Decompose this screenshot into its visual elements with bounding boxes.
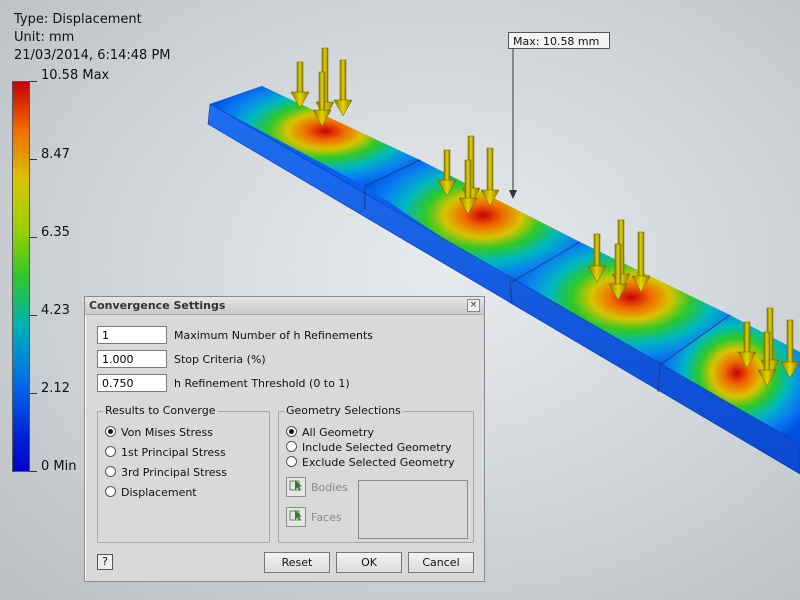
option-1st-principal-stress[interactable]: 1st Principal Stress [105,446,226,459]
dialog-titlebar[interactable]: Convergence Settings × [85,297,484,315]
legend-tick [30,159,37,160]
result-type-label: Type: Displacement [14,12,142,27]
selection-listbox[interactable] [358,480,468,539]
option-von-mises-stress[interactable]: Von Mises Stress [105,426,213,439]
refinement-threshold-label: h Refinement Threshold (0 to 1) [174,377,350,390]
load-arrow-shaft [464,159,472,201]
radio-icon[interactable] [286,456,297,467]
load-arrow-shaft [296,61,304,95]
result-timestamp: 21/03/2014, 6:14:48 PM [14,48,171,63]
bodies-select-button[interactable] [286,477,306,497]
option-exclude-selected-geometry[interactable]: Exclude Selected Geometry [286,456,455,469]
radio-icon[interactable] [105,486,116,497]
option-displacement[interactable]: Displacement [105,486,197,499]
option-3rd-principal-stress[interactable]: 3rd Principal Stress [105,466,227,479]
legend-tick [30,81,37,82]
legend-label: 6.35 [41,225,70,240]
load-arrow-head [333,99,353,117]
help-button[interactable]: ? [97,554,113,570]
load-arrow-shaft [763,331,771,373]
radio-icon[interactable] [286,441,297,452]
legend-label-max: 10.58 Max [41,68,110,83]
reset-button[interactable]: Reset [264,552,330,573]
legend-label: 8.47 [41,147,70,162]
load-arrow-shaft [786,319,794,365]
legend-tick [30,315,37,316]
load-arrow-shaft [486,147,494,193]
radio-selected-icon[interactable] [286,426,297,437]
load-arrow-shaft [637,231,645,279]
stop-criteria-label: Stop Criteria (%) [174,353,266,366]
cancel-button[interactable]: Cancel [408,552,474,573]
legend-tick [30,393,37,394]
convergence-settings-dialog: Convergence Settings × Maximum Number of… [84,296,485,582]
results-to-converge-group: Results to Converge Von Mises Stress 1st… [97,404,270,543]
legend-label: 2.12 [41,381,70,396]
option-all-geometry[interactable]: All Geometry [286,426,374,439]
geometry-group-title: Geometry Selections [284,404,403,417]
legend-tick [30,471,37,472]
max-refinements-label: Maximum Number of h Refinements [174,329,374,342]
legend-label-min: 0 Min [41,459,77,474]
cursor-select-icon [289,480,302,491]
color-legend-bar [12,81,30,472]
max-refinements-input[interactable] [97,326,167,344]
option-include-selected-geometry[interactable]: Include Selected Geometry [286,441,452,454]
faces-select-button[interactable] [286,507,306,527]
bodies-label: Bodies [311,481,348,494]
load-arrow-shaft [339,59,347,103]
result-unit-label: Unit: mm [14,30,75,45]
load-arrow-shaft [614,243,622,287]
ok-button[interactable]: OK [336,552,402,573]
radio-selected-icon[interactable] [105,426,116,437]
load-arrow-shaft [443,149,451,183]
dialog-title: Convergence Settings [89,299,226,312]
cursor-select-icon [289,510,302,521]
radio-icon[interactable] [105,466,116,477]
close-button[interactable]: × [467,299,480,312]
callout-arrowhead [509,190,517,199]
radio-icon[interactable] [105,446,116,457]
legend-label: 4.23 [41,303,70,318]
results-group-title: Results to Converge [103,404,218,417]
stop-criteria-input[interactable] [97,350,167,368]
geometry-selections-group: Geometry Selections All Geometry Include… [278,404,474,543]
load-arrow-shaft [318,71,326,113]
load-arrow-shaft [593,233,601,269]
max-value-callout: Max: 10.58 mm [508,32,610,49]
faces-label: Faces [311,511,342,524]
refinement-threshold-input[interactable] [97,374,167,392]
load-arrow-shaft [743,321,751,355]
legend-tick [30,237,37,238]
